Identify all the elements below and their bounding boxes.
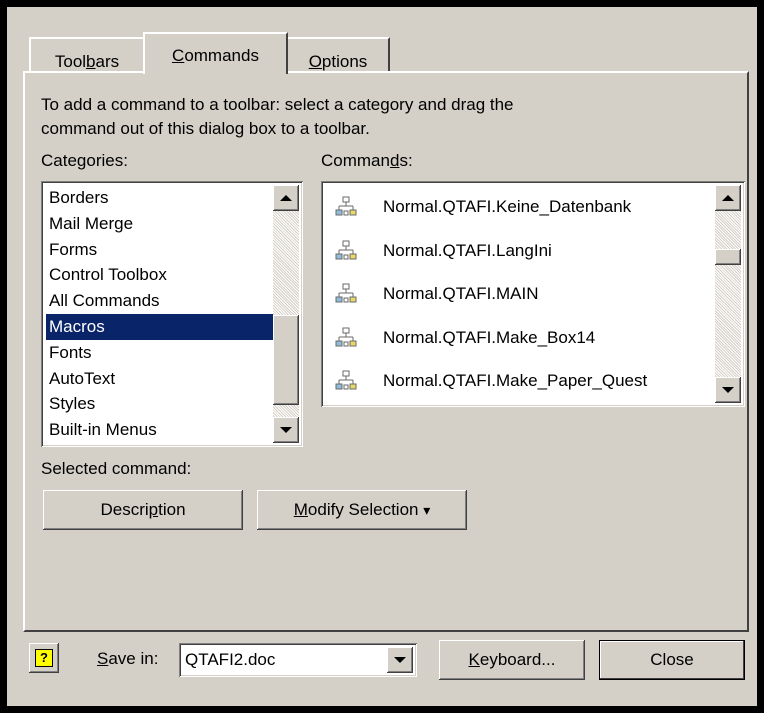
categories-label-post: ories: xyxy=(86,151,128,170)
selected-command-label: Selected command: xyxy=(41,459,192,478)
keyboard-label: eyboard... xyxy=(479,650,556,669)
category-item[interactable]: Macros xyxy=(46,314,273,340)
commands-label: Commands: xyxy=(321,151,413,171)
category-item[interactable]: Forms xyxy=(46,237,273,263)
tab-commands-mnemonic: C xyxy=(172,46,185,65)
tab-toolbars[interactable]: Toolbars xyxy=(29,37,145,71)
categories-scroll-up-button[interactable] xyxy=(273,185,299,211)
category-item[interactable]: Mail Merge xyxy=(46,211,273,237)
close-label: Close xyxy=(650,650,694,669)
command-item[interactable]: Normal.QTAFI.Keine_Datenbank xyxy=(329,185,711,229)
instructions-line-2: command out of this dialog box to a tool… xyxy=(41,119,370,138)
command-item-label: Normal.QTAFI.MAIN xyxy=(383,284,539,303)
category-item[interactable]: All Commands xyxy=(46,288,273,314)
description-button[interactable]: Descri p tion xyxy=(43,490,243,530)
description-label-pre: Descri xyxy=(100,500,149,519)
category-item[interactable]: Built-in Menus xyxy=(46,417,273,443)
macro-icon xyxy=(335,327,357,349)
command-item[interactable]: Normal.QTAFI.MAIN xyxy=(329,272,711,316)
commands-listbox[interactable]: Normal.QTAFI.Keine_Datenbank Normal.QTAFI… xyxy=(321,181,745,407)
tab-commands[interactable]: Commands xyxy=(143,32,288,74)
commands-label-pre: Comman xyxy=(321,151,390,170)
tab-options-label-post: ptions xyxy=(321,52,368,71)
categories-label-mnemonic: g xyxy=(76,151,87,170)
macro-icon xyxy=(335,370,357,392)
category-item[interactable]: Fonts xyxy=(46,340,273,366)
dropdown-arrow-icon: ▾ xyxy=(423,502,431,518)
modify-selection-button[interactable]: Modify Selection ▾ xyxy=(257,490,467,530)
category-item[interactable]: Borders xyxy=(46,185,273,211)
close-button[interactable]: Close xyxy=(599,640,745,680)
save-in-mnemonic: S xyxy=(97,649,109,668)
customize-dialog: Toolbars Commands Options To add a comma… xyxy=(7,7,757,706)
commands-label-post: s: xyxy=(399,151,413,170)
categories-label: Categories: xyxy=(41,151,128,171)
macro-icon xyxy=(335,196,357,218)
commands-scroll-down-button[interactable] xyxy=(715,377,741,403)
command-item[interactable]: Normal.QTAFI.Make_Box14 xyxy=(329,316,711,360)
categories-scroll-down-button[interactable] xyxy=(273,417,299,443)
macro-icon xyxy=(335,283,357,305)
save-in-label-text: ave in: xyxy=(108,649,159,668)
instructions-line-1: To add a command to a toolbar: select a … xyxy=(41,95,514,114)
help-icon: ? xyxy=(35,649,53,667)
keyboard-mnemonic: K xyxy=(468,650,480,669)
description-label-mnemonic: p xyxy=(148,500,159,519)
help-button[interactable]: ? xyxy=(29,643,59,673)
commands-scroll-thumb[interactable] xyxy=(715,249,741,265)
command-item-label: Normal.QTAFI.LangIni xyxy=(383,240,552,260)
tab-options[interactable]: Options xyxy=(286,37,390,71)
command-item-label: Normal.QTAFI.Keine_Datenbank xyxy=(383,197,632,216)
category-item[interactable]: AutoText xyxy=(46,366,273,392)
commands-scrollbar[interactable] xyxy=(715,185,741,403)
save-in-label: Save in: xyxy=(97,649,158,669)
command-item[interactable]: Normal.QTAFI.Make_Paper_Quest xyxy=(329,359,711,403)
save-in-dropdown-button[interactable] xyxy=(387,647,413,673)
chevron-down-icon xyxy=(722,387,734,393)
command-item-label: Normal.QTAFI.Make_Box14 xyxy=(383,327,596,347)
chevron-down-icon xyxy=(280,427,292,433)
modify-selection-mnemonic: M xyxy=(293,500,308,519)
save-in-select[interactable]: QTAFI2.doc xyxy=(179,643,417,677)
chevron-down-icon xyxy=(394,657,406,663)
categories-label-pre: Cate xyxy=(41,151,77,170)
modify-selection-label: odify Selection xyxy=(307,500,419,519)
commands-scroll-up-button[interactable] xyxy=(715,185,741,211)
command-item[interactable]: Normal.QTAFI.LangIni xyxy=(329,229,711,273)
category-item[interactable]: Styles xyxy=(46,391,273,417)
tab-toolbars-label-post: ars xyxy=(95,52,120,71)
tab-options-mnemonic: O xyxy=(308,52,322,71)
command-item-label: Normal.QTAFI.Make_Paper_Quest xyxy=(383,371,648,390)
tab-toolbars-mnemonic: b xyxy=(86,52,96,71)
category-item[interactable]: Control Toolbox xyxy=(46,262,273,288)
description-label-post: tion xyxy=(158,500,186,519)
chevron-up-icon xyxy=(280,195,292,201)
macro-icon xyxy=(335,240,357,262)
tab-toolbars-label-pre: Tool xyxy=(54,52,87,71)
chevron-up-icon xyxy=(722,195,734,201)
categories-listbox[interactable]: Borders Mail Merge Forms Control Toolbox All… xyxy=(41,181,303,447)
keyboard-button[interactable]: Keyboard... xyxy=(439,640,585,680)
categories-scroll-thumb[interactable] xyxy=(273,315,299,405)
tab-commands-label-post: ommands xyxy=(184,46,259,65)
save-in-value: QTAFI2.doc xyxy=(185,650,276,669)
